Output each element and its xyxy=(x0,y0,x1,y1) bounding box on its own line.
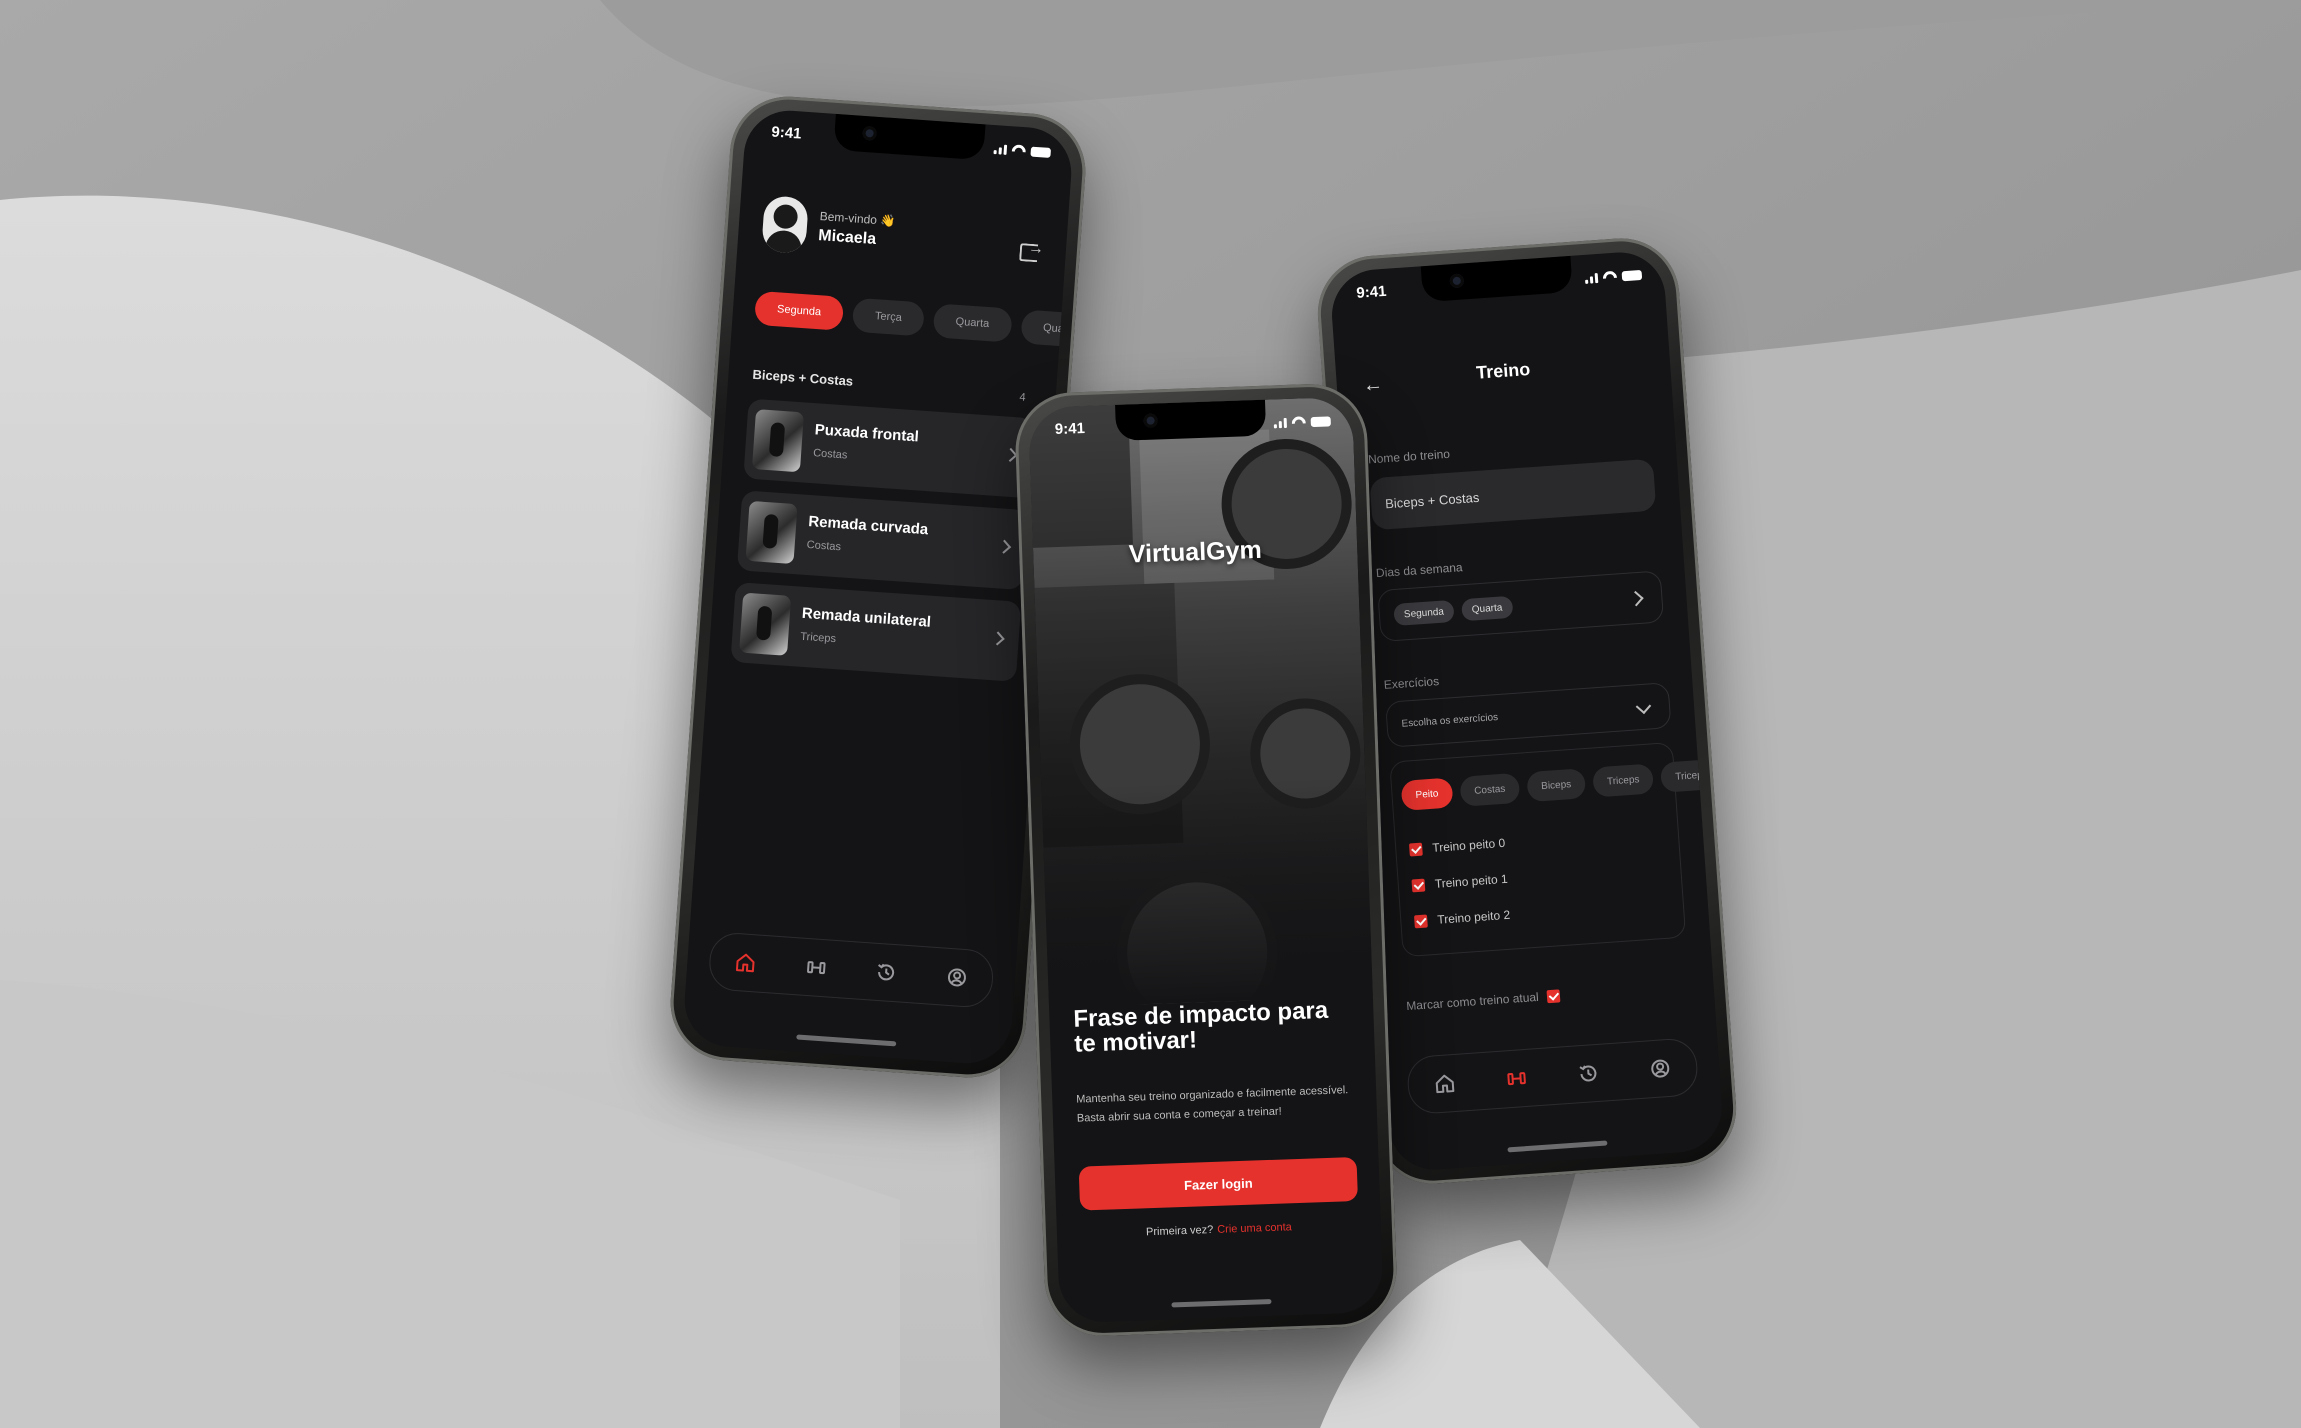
signal-icon xyxy=(1273,417,1287,429)
status-time: 9:41 xyxy=(1054,419,1086,439)
exercise-group: Costas xyxy=(806,538,842,554)
bottom-nav xyxy=(1405,1037,1700,1116)
muscle-chip[interactable]: Triceps xyxy=(1592,763,1655,798)
exercise-name: Remada unilateral xyxy=(801,604,932,631)
avatar[interactable] xyxy=(761,195,809,255)
home-indicator xyxy=(796,1034,897,1047)
exercises-placeholder: Escolha os exercícios xyxy=(1401,711,1499,730)
battery-icon xyxy=(1310,415,1331,427)
home-icon[interactable] xyxy=(1433,1072,1456,1095)
status-time: 9:41 xyxy=(1355,282,1388,302)
status-icons xyxy=(993,143,1052,158)
selected-day-chip: Quarta xyxy=(1461,595,1514,622)
chevron-right-icon xyxy=(990,631,1005,646)
checkbox-checked-icon xyxy=(1411,878,1426,892)
user-name: Micaela xyxy=(817,227,877,248)
current-workout-toggle[interactable]: Marcar como treino atual xyxy=(1405,988,1561,1014)
exercise-group: Costas xyxy=(812,447,848,462)
muscle-chip[interactable]: Costas xyxy=(1459,772,1521,807)
home-screen: 9:41 Bem-vindo 👋 Micaela Segunda Terça Q… xyxy=(681,107,1075,1067)
day-chip[interactable]: Quarta xyxy=(932,303,1013,343)
login-button[interactable]: Fazer login xyxy=(1078,1156,1358,1211)
chevron-right-icon xyxy=(1628,590,1644,607)
days-selector[interactable]: Segunda Quarta xyxy=(1377,570,1665,643)
chevron-down-icon xyxy=(1635,698,1652,715)
wifi-icon xyxy=(1011,144,1026,156)
exercises-dropdown[interactable]: Escolha os exercícios xyxy=(1385,682,1672,748)
battery-icon xyxy=(1621,269,1643,281)
exercise-list: Puxada frontal Costas Remada curvada Cos… xyxy=(730,398,1035,694)
name-label: Nome do treino xyxy=(1367,446,1451,467)
exercise-thumbnail xyxy=(745,500,798,565)
battery-icon xyxy=(1030,146,1052,158)
day-chip[interactable]: Quarta xyxy=(1019,309,1075,349)
login-screen: 9:41 VirtualGym Frase de impacto para te… xyxy=(1028,396,1384,1324)
home-indicator xyxy=(1171,1298,1272,1308)
status-icons xyxy=(1585,269,1643,284)
signup-row: Primeira vez? Crie uma conta xyxy=(1057,1218,1381,1241)
headline: Frase de impacto para te motivar! xyxy=(1073,996,1329,1059)
exercises-label: Exercícios xyxy=(1383,674,1440,692)
treino-screen: 9:41 ← Treino Nome do treino Biceps + Co… xyxy=(1328,249,1726,1173)
exercise-thumbnail xyxy=(739,592,792,656)
checkbox-checked-icon xyxy=(1546,988,1561,1003)
day-chip[interactable]: Segunda xyxy=(753,290,845,331)
day-chip[interactable]: Terça xyxy=(851,297,925,337)
dumbbell-icon[interactable] xyxy=(1505,1067,1528,1090)
current-workout-label: Marcar como treino atual xyxy=(1405,989,1540,1014)
page-title: Treino xyxy=(1475,358,1531,383)
signup-prompt: Primeira vez? xyxy=(1145,1223,1214,1239)
exercise-thumbnail xyxy=(751,409,804,473)
days-label: Dias da semana xyxy=(1375,560,1464,581)
wifi-icon xyxy=(1603,271,1618,283)
hero-photo-collage xyxy=(1028,396,1373,1008)
muscle-chip[interactable]: Peito xyxy=(1400,777,1454,811)
wifi-icon xyxy=(1292,416,1306,427)
exercise-card[interactable]: Puxada frontal Costas xyxy=(743,398,1035,499)
status-icons xyxy=(1273,415,1331,429)
exercise-card[interactable]: Remada curvada Costas xyxy=(736,490,1028,591)
signal-icon xyxy=(1585,272,1599,284)
day-selector: Segunda Terça Quarta Quarta xyxy=(753,290,1075,349)
status-time: 9:41 xyxy=(770,123,803,143)
dumbbell-icon[interactable] xyxy=(804,956,827,979)
checkbox-checked-icon xyxy=(1413,913,1428,928)
signal-icon xyxy=(993,143,1008,155)
selected-day-chip: Segunda xyxy=(1393,599,1455,627)
muscle-chip[interactable]: Biceps xyxy=(1526,768,1587,803)
greeting: Bem-vindo 👋 xyxy=(819,209,896,229)
profile-header: Bem-vindo 👋 Micaela xyxy=(761,195,1045,274)
history-icon[interactable] xyxy=(875,961,898,984)
exercise-card[interactable]: Remada unilateral Triceps xyxy=(730,582,1022,682)
home-indicator xyxy=(1507,1140,1608,1153)
signup-link[interactable]: Crie uma conta xyxy=(1217,1221,1292,1236)
phone-login: 9:41 VirtualGym Frase de impacto para te… xyxy=(1013,382,1399,1338)
checkbox-checked-icon xyxy=(1408,842,1423,857)
bottom-nav xyxy=(707,931,995,1009)
history-icon[interactable] xyxy=(1577,1062,1600,1085)
profile-icon[interactable] xyxy=(1649,1057,1672,1080)
description: Mantenha seu treino organizado e facilme… xyxy=(1076,1084,1349,1125)
profile-icon[interactable] xyxy=(945,966,968,989)
exercise-count: 4 xyxy=(1019,391,1026,404)
exercise-name: Puxada frontal xyxy=(814,421,920,446)
chevron-right-icon xyxy=(997,539,1012,554)
home-icon[interactable] xyxy=(734,951,757,974)
workout-name-field[interactable]: Biceps + Costas xyxy=(1369,458,1657,531)
logout-icon[interactable] xyxy=(1019,243,1039,263)
workout-title: Biceps + Costas xyxy=(752,366,854,389)
exercise-group: Triceps xyxy=(799,630,837,646)
exercise-name: Remada curvada xyxy=(807,513,929,539)
